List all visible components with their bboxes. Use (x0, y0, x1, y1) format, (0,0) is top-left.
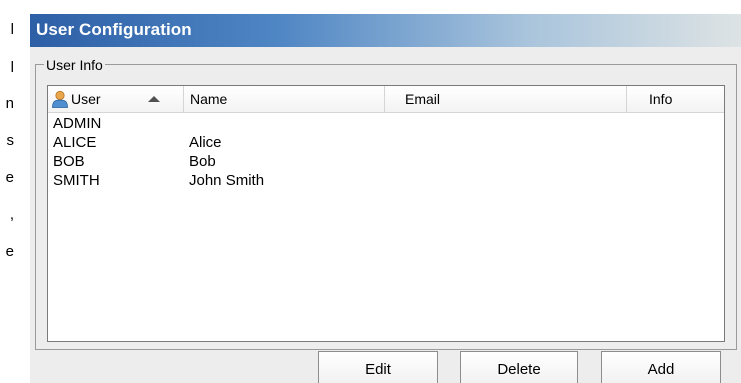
sort-ascending-icon (148, 96, 160, 102)
dialog-title: User Configuration (36, 20, 192, 39)
column-label: Info (649, 91, 673, 107)
group-label: User Info (44, 57, 105, 73)
edit-button[interactable]: Edit (318, 351, 438, 383)
cell-name: John Smith (189, 172, 265, 189)
table-row[interactable]: BOB Bob (48, 152, 724, 171)
column-header-name[interactable]: Name (184, 86, 385, 112)
cell-name: Alice (189, 134, 222, 151)
delete-button[interactable]: Delete (460, 351, 578, 383)
edge-char: , (9, 206, 14, 223)
cell-user: ADMIN (53, 115, 102, 132)
table-row[interactable]: ALICE Alice (48, 133, 724, 152)
dialog-titlebar[interactable]: User Configuration (30, 14, 741, 47)
edge-char: l (10, 21, 14, 38)
user-configuration-dialog: User Configuration User Info User Name E… (30, 14, 741, 383)
cell-user: BOB (53, 153, 85, 170)
edge-char: e (5, 243, 14, 260)
list-rows: ADMIN ALICE Alice BOB Bob SMITH John Smi… (48, 114, 724, 190)
cell-name: Bob (189, 153, 216, 170)
column-header-user[interactable]: User (48, 86, 184, 112)
user-info-group: User Info User Name Email Info ADMIN ALI… (35, 57, 737, 350)
edge-char: e (5, 169, 14, 186)
column-label: User (71, 91, 101, 107)
column-label: Name (190, 91, 228, 107)
cell-user: SMITH (53, 172, 100, 189)
edge-char: n (5, 95, 14, 112)
table-row[interactable]: SMITH John Smith (48, 171, 724, 190)
edge-char: s (6, 132, 15, 149)
user-list[interactable]: User Name Email Info ADMIN ALICE Alice B… (47, 85, 725, 342)
column-header-info[interactable]: Info (627, 86, 724, 112)
column-label: Email (405, 91, 441, 107)
cell-user: ALICE (53, 134, 97, 151)
column-header-email[interactable]: Email (385, 86, 627, 112)
edge-char: l (10, 59, 14, 76)
user-icon (52, 90, 68, 108)
add-button[interactable]: Add (601, 351, 721, 383)
table-row[interactable]: ADMIN (48, 114, 724, 133)
left-edge-text: l l n s e , e (0, 0, 14, 383)
page: l l n s e , e User Configuration User In… (0, 0, 741, 383)
list-header: User Name Email Info (48, 86, 724, 113)
